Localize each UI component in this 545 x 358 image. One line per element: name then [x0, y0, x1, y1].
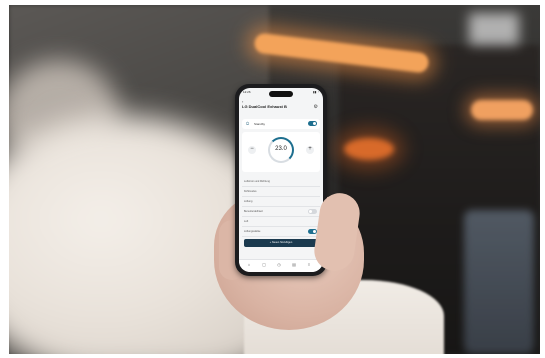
setting-toggle[interactable] — [308, 209, 317, 214]
smartphone: 12:26 ▮▮ ◔ ‹ LG DualCool Exhaust B ⚙ Übe… — [235, 84, 327, 276]
ceiling-lamp-right — [471, 100, 533, 120]
setting-label: Luftstrom und Richtung — [244, 180, 270, 183]
power-toggle[interactable] — [308, 121, 317, 126]
list-item[interactable]: Luftstrom und Richtung — [242, 177, 320, 187]
power-icon: ⏻ — [246, 121, 250, 126]
power-label: Standby — [254, 122, 266, 126]
status-icons: ▮▮ ◔ — [313, 90, 319, 94]
increase-temp-button[interactable]: + — [306, 146, 314, 154]
gear-icon[interactable]: ⚙ — [314, 104, 318, 110]
list-item[interactable]: Lüftung — [242, 197, 320, 207]
list-item[interactable]: Kühlmodus — [242, 187, 320, 197]
temperature-card: − 23.0 + — [242, 132, 320, 172]
devices-icon[interactable]: ▢ — [257, 262, 271, 267]
bottom-nav: ⌂ ▢ ◷ ▤ ≡ — [239, 259, 323, 272]
list-item[interactable]: Luft — [242, 217, 320, 227]
decrease-temp-button[interactable]: − — [248, 146, 256, 154]
subtabs: Übersicht Verlauf Modus Automatisierung — [242, 112, 320, 126]
add-button[interactable]: + Neuen hinzufügen — [244, 239, 318, 247]
list-item[interactable]: Benutzerdefiniert — [242, 207, 320, 217]
setting-label: Lüftungsstärke — [244, 230, 261, 233]
routine-icon[interactable]: ◷ — [272, 262, 286, 267]
power-card: ⏻ Standby — [242, 119, 320, 129]
window-light — [469, 13, 519, 45]
temperature-value: 23.0 — [275, 146, 287, 152]
photo: 12:26 ▮▮ ◔ ‹ LG DualCool Exhaust B ⚙ Übe… — [9, 5, 540, 354]
setting-label: Kühlmodus — [244, 190, 257, 193]
status-time: 12:26 — [243, 90, 251, 94]
setting-label: Lüftung — [244, 200, 253, 203]
setting-label: Luft — [244, 220, 249, 223]
chair — [464, 210, 534, 354]
settings-list: Luftstrom und Richtung Kühlmodus Lüftung… — [242, 177, 320, 237]
setting-label: Benutzerdefiniert — [244, 210, 263, 213]
device-title: LG DualCool Exhaust B — [242, 104, 287, 109]
dynamic-island — [269, 91, 293, 97]
home-icon[interactable]: ⌂ — [242, 262, 256, 267]
warm-light — [344, 138, 394, 160]
phone-screen: 12:26 ▮▮ ◔ ‹ LG DualCool Exhaust B ⚙ Übe… — [239, 88, 323, 272]
list-item[interactable]: Lüftungsstärke — [242, 227, 320, 237]
stats-icon[interactable]: ▤ — [287, 262, 301, 267]
menu-icon[interactable]: ≡ — [302, 262, 316, 267]
